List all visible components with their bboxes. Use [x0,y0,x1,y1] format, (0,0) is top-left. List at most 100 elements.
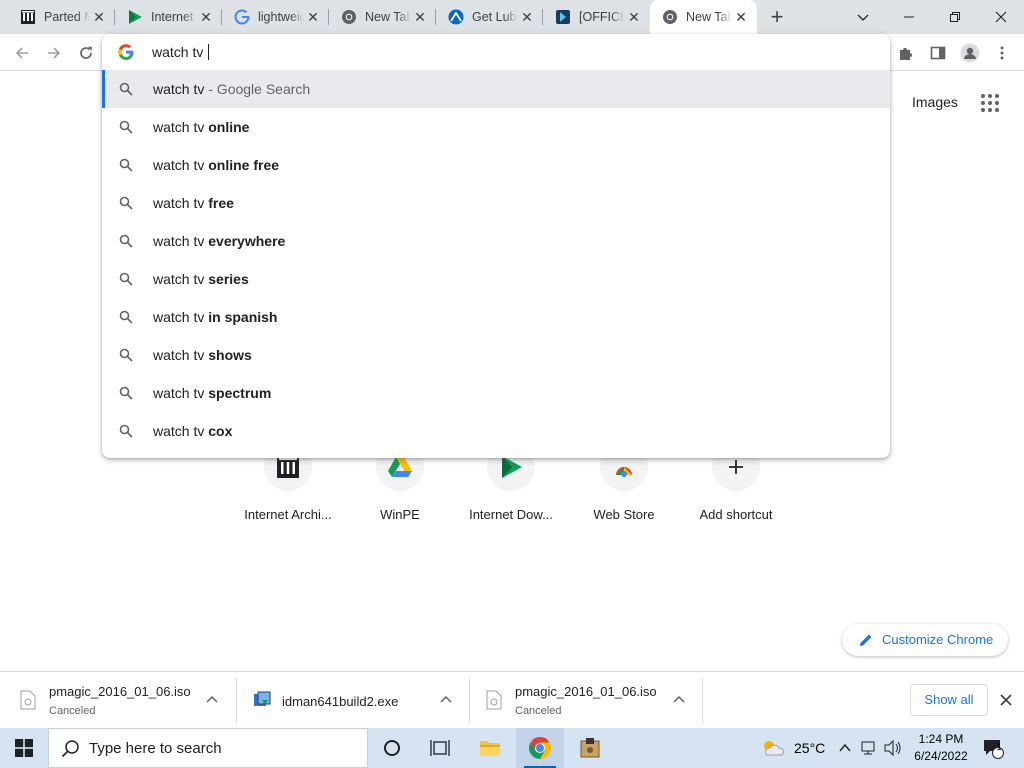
network-icon[interactable] [860,740,878,756]
suggestion-item[interactable]: watch tv online free [102,146,890,184]
plus-icon [729,460,743,474]
google-icon [234,9,250,25]
taskbar-search-box[interactable]: Type here to search [48,728,368,768]
close-icon[interactable] [996,690,1016,710]
images-link[interactable]: Images [912,94,958,110]
chrome-icon [663,10,677,24]
chrome-taskbar-button[interactable] [516,728,564,768]
download-status: Canceled [515,705,562,717]
clock-date: 6/24/2022 [914,749,968,763]
forward-button[interactable] [42,41,66,65]
tab-parted-magic[interactable]: Parted Magic ✕ [8,0,115,34]
start-button[interactable] [0,728,48,768]
close-icon[interactable]: ✕ [412,9,428,25]
profile-button[interactable] [958,41,982,65]
close-icon[interactable]: ✕ [305,9,321,25]
notification-count: 1 [996,742,1002,752]
close-icon[interactable]: ✕ [198,9,214,25]
search-icon [119,158,133,172]
chrome-icon [342,10,356,24]
tab-search-button[interactable] [840,0,886,34]
chevron-up-icon[interactable] [204,692,220,708]
tab-new-tab-active[interactable]: New Tab ✕ [650,0,757,34]
suggestion-text: watch tv cox [153,423,233,439]
search-icon [119,82,133,96]
tab-new-tab[interactable]: New Tab ✕ [329,0,436,34]
app-taskbar-button[interactable] [566,728,614,768]
extensions-button[interactable] [894,41,918,65]
system-clock[interactable]: 1:24 PM 6/24/2022 [904,731,978,765]
text-cursor [208,44,210,60]
tab-title: lightweight [258,10,304,24]
download-item[interactable]: idman641build2.exe [237,678,469,723]
tab-strip: Parted Magic ✕ Internet Download Manager… [0,0,1024,34]
file-explorer-button[interactable] [466,728,514,768]
shortcut-label: Internet Dow... [469,507,553,522]
shortcut-label: WinPE [380,507,420,522]
close-icon[interactable]: ✕ [91,9,107,25]
menu-button[interactable] [990,41,1014,65]
volume-icon[interactable] [884,740,902,756]
cortana-button[interactable] [368,728,416,768]
reload-button[interactable] [74,41,98,65]
download-item[interactable]: pmagic_2016_01_06.iso Canceled [0,678,236,723]
close-icon[interactable]: ✕ [519,9,535,25]
search-icon [119,196,133,210]
back-button[interactable] [10,41,34,65]
suggestion-item[interactable]: watch tv free [102,184,890,222]
shortcut-label: Web Store [593,507,655,522]
close-window-button[interactable] [978,0,1024,34]
suggestion-item[interactable]: watch tv shows [102,336,890,374]
tab-official[interactable]: [OFFICIAL] ✕ [543,0,650,34]
library-icon [21,10,35,24]
avatar-icon [960,43,980,63]
tab-title: Parted Magic [44,10,90,24]
suggestion-item[interactable]: watch tv series [102,260,890,298]
download-item[interactable]: pmagic_2016_01_06.iso Canceled [466,678,702,723]
search-icon [119,310,133,324]
download-filename: pmagic_2016_01_06.iso [515,684,657,699]
close-icon[interactable]: ✕ [626,9,642,25]
suggestion-item[interactable]: watch tv cox [102,412,890,450]
show-all-button[interactable]: Show all [910,684,988,716]
address-input[interactable]: watch tv [152,44,210,60]
search-placeholder: Type here to search [89,740,222,757]
back-arrow-icon [15,47,28,59]
shortcut-label: Internet Archi... [244,507,332,522]
system-tray [838,728,902,768]
shortcut-label: Add shortcut [699,507,773,522]
apps-grid-icon[interactable] [980,93,1000,113]
task-view-icon [430,740,450,756]
chevron-down-icon [857,14,869,21]
download-filename: pmagic_2016_01_06.iso [49,684,191,699]
drive-icon [388,457,412,477]
address-bar[interactable]: watch tv [102,34,890,70]
side-panel-button[interactable] [926,41,950,65]
close-icon[interactable]: ✕ [733,9,749,25]
suggestion-text: watch tv everywhere [153,233,286,249]
download-filename: idman641build2.exe [282,694,399,709]
archive-icon [277,456,299,478]
tab-lightweight[interactable]: lightweight ✕ [222,0,329,34]
suggestion-item[interactable]: watch tv everywhere [102,222,890,260]
google-icon [118,44,134,60]
customize-chrome-button[interactable]: Customize Chrome [842,624,1008,656]
suggestion-google-search[interactable]: watch tv - Google Search [102,70,890,108]
task-view-button[interactable] [416,728,464,768]
chevron-up-icon[interactable] [671,692,687,708]
suggestion-text: watch tv - Google Search [153,81,311,97]
weather-widget[interactable]: 25°C [760,728,825,768]
tab-get-lubuntu[interactable]: Get Lubuntu ✕ [436,0,543,34]
official-site-icon [556,10,570,24]
restore-button[interactable] [932,0,978,34]
suggestion-item[interactable]: watch tv spectrum [102,374,890,412]
kebab-menu-icon [1000,46,1004,60]
chevron-up-icon[interactable] [838,741,852,755]
minimize-button[interactable] [886,0,932,34]
suggestion-item[interactable]: watch tv online [102,108,890,146]
tab-internet-download-manager[interactable]: Internet Download Manager ✕ [115,0,222,34]
new-tab-button[interactable]: + [766,6,788,29]
notification-center-button[interactable]: 1 [982,728,1004,768]
chevron-up-icon[interactable] [438,692,454,708]
suggestion-item[interactable]: watch tv in spanish [102,298,890,336]
